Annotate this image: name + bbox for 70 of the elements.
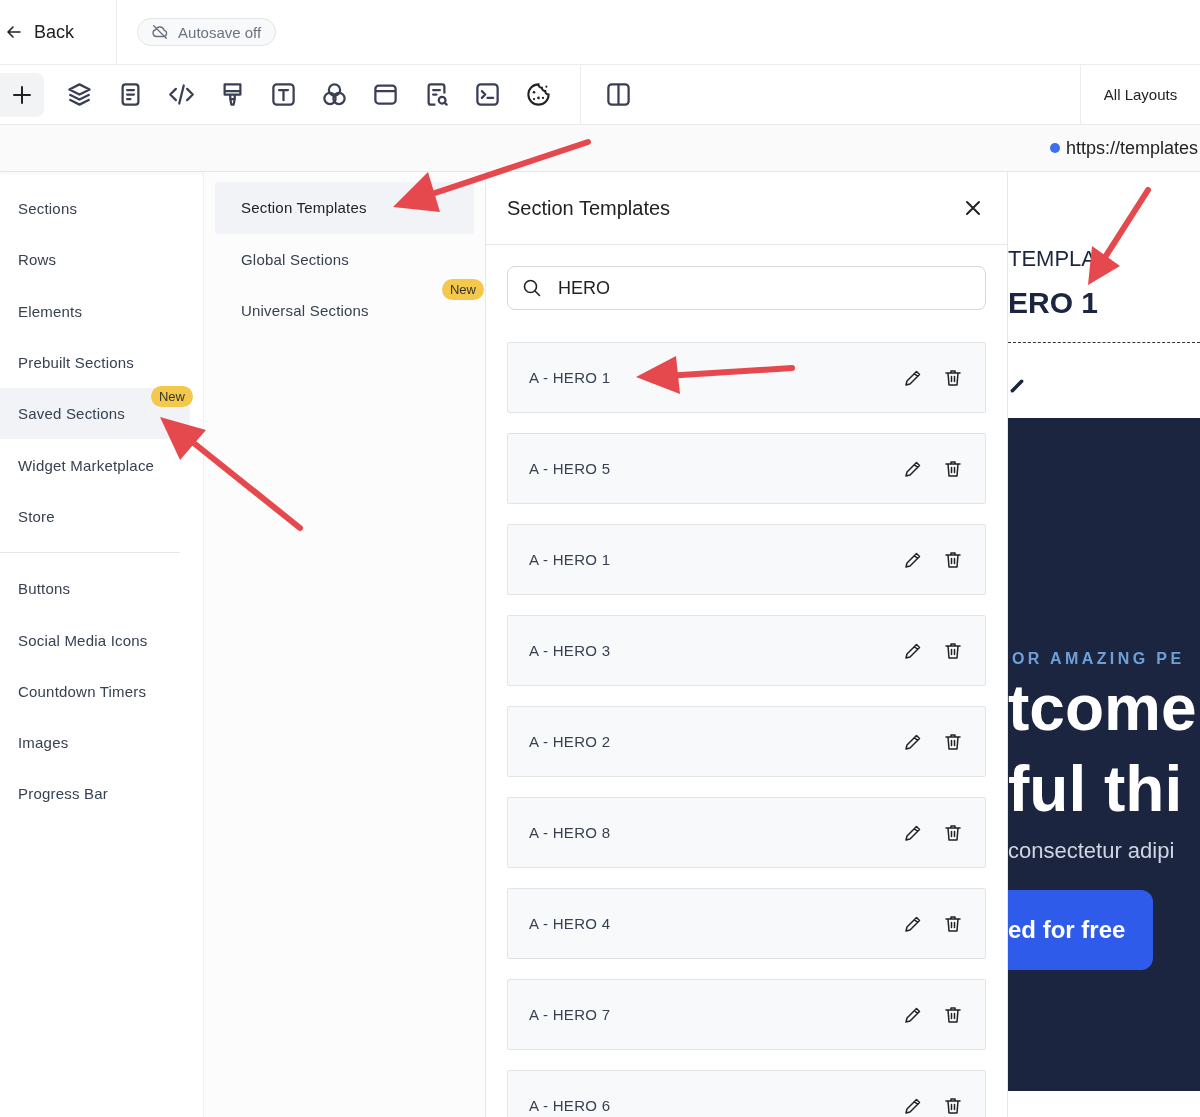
trash-icon[interactable]	[943, 367, 963, 388]
nav-item[interactable]: Buttons	[0, 563, 190, 615]
nav-item[interactable]: Rows	[0, 234, 190, 286]
add-button[interactable]	[0, 72, 44, 117]
sub-nav-item[interactable]: Global Sections	[215, 233, 370, 285]
trash-icon[interactable]	[943, 731, 963, 752]
template-card[interactable]: A - HERO 1	[507, 524, 986, 595]
trash-icon[interactable]	[943, 1004, 963, 1025]
template-name: A - HERO 5	[529, 460, 612, 477]
panel-title: Section Templates	[507, 196, 671, 220]
template-card[interactable]: A - HERO 6	[507, 1070, 986, 1117]
cta-button[interactable]: ed for free	[1008, 890, 1153, 970]
back-button[interactable]: Back	[0, 13, 79, 51]
template-name: A - HERO 1	[529, 369, 612, 386]
trash-icon[interactable]	[943, 1095, 963, 1116]
template-card[interactable]: A - HERO 8	[507, 797, 986, 868]
template-name: A - HERO 2	[529, 733, 612, 750]
template-name: A - HERO 1	[529, 551, 612, 568]
nav-item[interactable]: Social Media Icons	[0, 614, 190, 666]
template-card[interactable]: A - HERO 2	[507, 706, 986, 777]
layers-icon[interactable]	[66, 81, 93, 108]
close-icon[interactable]	[963, 198, 983, 218]
nav-item[interactable]: Prebuilt Sections	[0, 336, 190, 389]
trash-icon[interactable]	[943, 549, 963, 570]
template-name: A - HERO 3	[529, 642, 612, 659]
sub-nav-item[interactable]: Universal Sections	[215, 285, 389, 337]
nav-item[interactable]: Images	[0, 716, 190, 769]
cookie-icon[interactable]	[525, 81, 552, 108]
search-field[interactable]: HERO	[507, 266, 986, 310]
new-badge: New	[442, 279, 484, 300]
template-name: A - HERO 4	[529, 915, 612, 932]
window-icon[interactable]	[372, 81, 399, 108]
preview-title: ERO 1	[1008, 286, 1100, 320]
hero-text: consectetur adipi	[1008, 838, 1176, 864]
arrow-left-icon[interactable]	[6, 24, 22, 40]
template-name: A - HERO 8	[529, 824, 612, 841]
nav-item[interactable]: Progress Bar	[0, 768, 190, 820]
hero-eyebrow: OR AMAZING PE	[1011, 650, 1186, 668]
status-dot	[1049, 143, 1060, 153]
trash-icon[interactable]	[943, 458, 963, 479]
hero-headline: tcome	[1008, 671, 1198, 746]
template-card[interactable]: A - HERO 7	[507, 979, 986, 1050]
circles-icon[interactable]	[321, 81, 348, 108]
template-name: A - HERO 6	[529, 1097, 612, 1114]
code-icon[interactable]	[168, 81, 195, 108]
columns-icon[interactable]	[605, 81, 632, 108]
plus-icon[interactable]	[12, 84, 32, 105]
layouts-dropdown[interactable]: All Layouts	[1080, 65, 1200, 124]
trash-icon[interactable]	[943, 640, 963, 661]
terminal-icon[interactable]	[474, 81, 501, 108]
template-card[interactable]: A - HERO 5	[507, 433, 986, 504]
nav-item[interactable]: Countdown Timers	[0, 665, 190, 717]
template-name: A - HERO 7	[529, 1006, 612, 1023]
nav-item[interactable]: Widget Marketplace	[0, 439, 190, 491]
trash-icon[interactable]	[943, 822, 963, 843]
url-text: https://templates	[1065, 137, 1199, 159]
hero-headline: ful thi	[1008, 752, 1184, 827]
nav-item[interactable]: Store	[0, 490, 190, 543]
search-icon[interactable]	[522, 278, 542, 298]
sub-nav-item[interactable]: Section Templates	[215, 182, 474, 234]
trash-icon[interactable]	[943, 913, 963, 934]
nav-item[interactable]: Elements	[0, 285, 190, 337]
new-badge: New	[151, 386, 193, 408]
template-card[interactable]: A - HERO 1	[507, 342, 986, 413]
pencil-mark-icon	[1010, 379, 1024, 393]
autosave-toggle[interactable]: Autosave off	[137, 18, 277, 46]
template-card[interactable]: A - HERO 4	[507, 888, 986, 959]
text-icon[interactable]	[270, 81, 297, 108]
nav-item[interactable]: Sections	[0, 183, 190, 235]
template-card[interactable]: A - HERO 3	[507, 615, 986, 686]
